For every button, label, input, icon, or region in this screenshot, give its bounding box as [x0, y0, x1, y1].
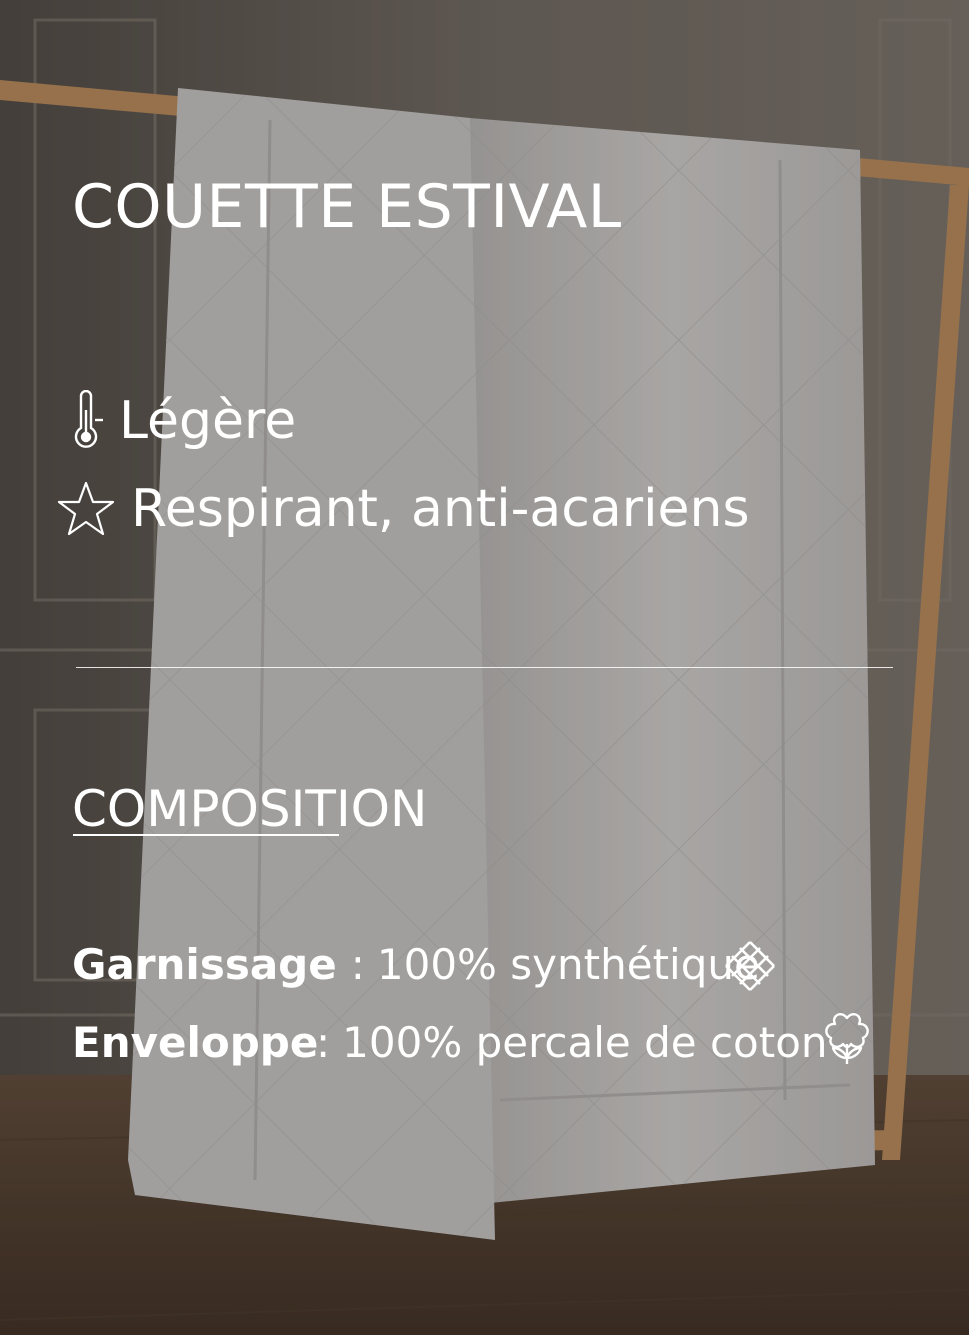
composition-row-filling: Garnissage : 100% synthétique: [72, 940, 760, 989]
composition-label: Enveloppe: [72, 1018, 319, 1067]
section-divider: [76, 667, 893, 668]
thermometer-icon: [74, 390, 103, 448]
composition-value: 100% synthétique: [376, 940, 760, 989]
composition-label: Garnissage: [72, 940, 337, 989]
composition-separator: :: [350, 940, 365, 989]
woven-fiber-icon: [725, 941, 775, 991]
star-icon: [57, 481, 115, 536]
feature-label: Légère: [119, 391, 297, 451]
composition-heading-underline: [73, 834, 339, 836]
feature-breathable: Respirant, anti-acariens: [55, 478, 750, 540]
cotton-flower-icon: [825, 1013, 869, 1064]
composition-heading: COMPOSITION: [72, 780, 428, 838]
product-title: COUETTE ESTIVAL: [72, 172, 622, 242]
composition-row-cover: Enveloppe : 100% percale de coton: [72, 1018, 828, 1067]
feature-light: Légère: [55, 390, 296, 452]
composition-value: 100% percale de coton: [342, 1018, 828, 1067]
feature-label: Respirant, anti-acariens: [131, 479, 750, 539]
composition-separator: :: [316, 1018, 331, 1067]
